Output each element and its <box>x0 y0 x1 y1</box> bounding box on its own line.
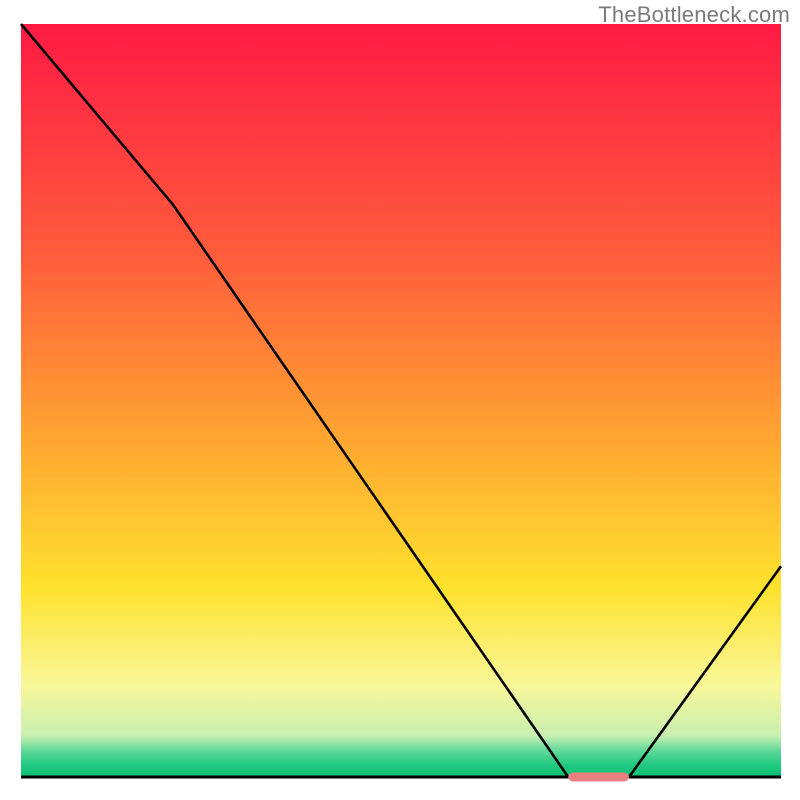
plot-background <box>21 24 781 777</box>
optimal-range-marker <box>568 773 629 782</box>
bottleneck-chart <box>0 0 800 800</box>
chart-container: TheBottleneck.com <box>0 0 800 800</box>
watermark-text: TheBottleneck.com <box>598 2 790 28</box>
